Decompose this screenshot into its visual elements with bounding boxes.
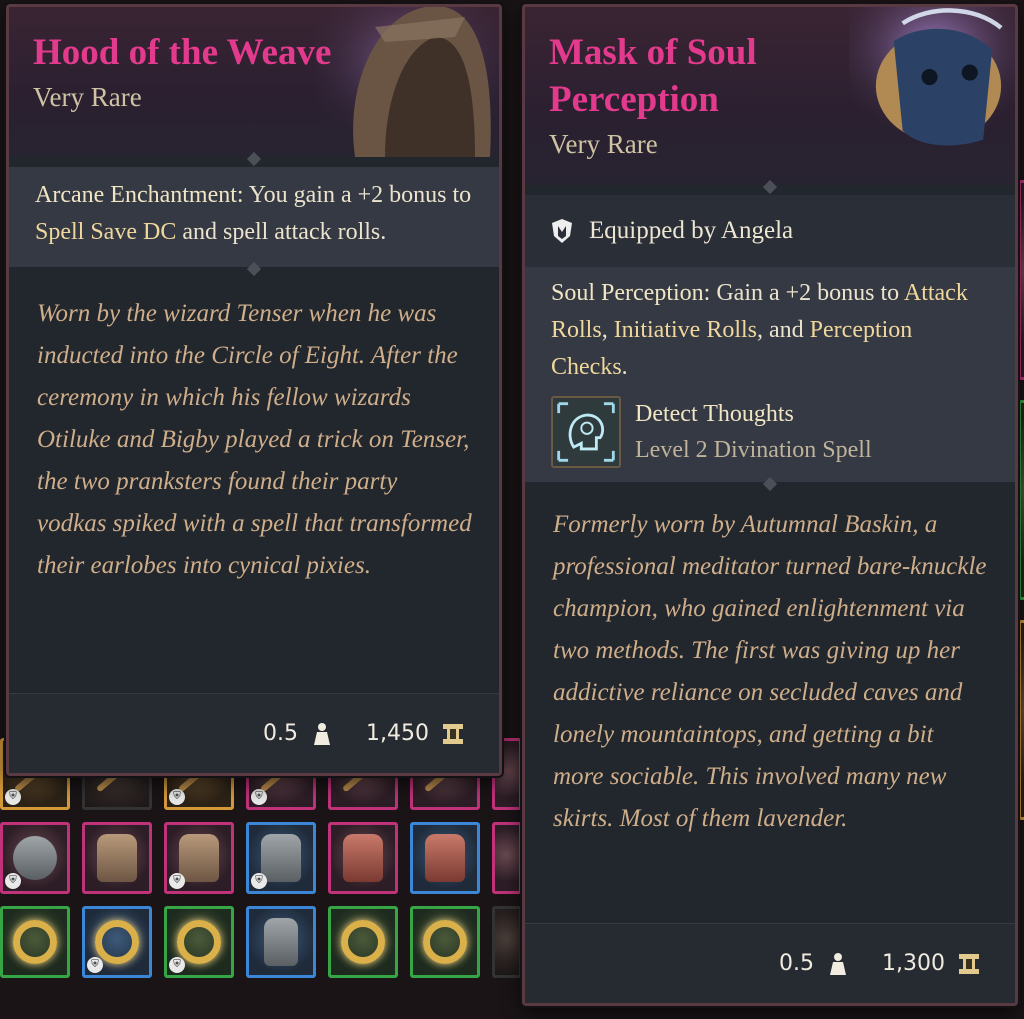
- divider: [9, 157, 499, 167]
- inventory-slot[interactable]: ⛨: [164, 906, 234, 978]
- equipped-badge-icon: ⛨: [5, 873, 21, 889]
- equipped-badge-icon: ⛨: [87, 957, 103, 973]
- equipped-by-row: Equipped by Angela: [525, 195, 1015, 267]
- equipped-badge-icon: ⛨: [169, 957, 185, 973]
- flavor-text: Worn by the wizard Tenser when he was in…: [9, 277, 499, 601]
- equipped-by-text: Equipped by Angela: [589, 217, 794, 244]
- equipped-shield-icon: [552, 219, 572, 243]
- inventory-slot[interactable]: [1018, 400, 1024, 600]
- item-name: Hood of the Weave: [33, 32, 332, 73]
- inventory-slot[interactable]: [410, 822, 480, 894]
- gold-value: 1,450: [366, 721, 429, 746]
- inventory-slot[interactable]: [0, 906, 70, 978]
- ability-text: , and: [757, 317, 810, 343]
- tooltip-footer: 0.5 1,450: [9, 693, 499, 773]
- gold-value: 1,300: [882, 951, 945, 976]
- divider: [9, 267, 499, 277]
- ability-section: Soul Perception: Gain a +2 bonus to Atta…: [525, 267, 1015, 482]
- weight-value: 0.5: [263, 721, 299, 746]
- enchantment-keyword[interactable]: Spell Save DC: [35, 219, 176, 245]
- spell-level: Level 2 Divination Spell: [635, 437, 872, 463]
- inventory-slot[interactable]: [492, 906, 522, 978]
- ability-label: Soul Perception:: [551, 280, 711, 306]
- item-tooltip-mask-of-soul-perception: Mask of Soul Perception Very Rare Equipp…: [522, 4, 1018, 1006]
- inventory-slot[interactable]: [492, 822, 522, 894]
- equipped-badge-icon: ⛨: [251, 789, 267, 805]
- divider: [525, 482, 1015, 492]
- inventory-slot[interactable]: [328, 906, 398, 978]
- inventory-slot[interactable]: ⛨: [0, 822, 70, 894]
- equipped-badge-icon: ⛨: [5, 789, 21, 805]
- detect-thoughts-spell-icon: [551, 396, 621, 468]
- equipped-badge-icon: ⛨: [251, 873, 267, 889]
- inventory-slot[interactable]: ⛨: [164, 822, 234, 894]
- inventory-slot[interactable]: [246, 906, 316, 978]
- weight-icon: [830, 952, 847, 975]
- tooltip-footer: 0.5 1,300: [525, 923, 1015, 1003]
- divider: [525, 185, 1015, 195]
- item-rarity: Very Rare: [33, 82, 142, 112]
- item-name: Mask of Soul Perception: [549, 32, 757, 120]
- enchantment-section: Arcane Enchantment: You gain a +2 bonus …: [9, 167, 499, 267]
- inventory-slot[interactable]: [1018, 180, 1024, 380]
- inventory-slot[interactable]: [410, 906, 480, 978]
- equipped-badge-icon: ⛨: [169, 789, 185, 805]
- ability-description: Soul Perception: Gain a +2 bonus to Atta…: [551, 275, 989, 386]
- inventory-slot[interactable]: ⛨: [246, 822, 316, 894]
- inventory-slot[interactable]: [1018, 620, 1024, 820]
- inventory-slot[interactable]: ⛨: [82, 906, 152, 978]
- gold-coin-icon: [443, 723, 463, 744]
- item-rarity: Very Rare: [549, 129, 658, 159]
- ability-keyword[interactable]: Initiative Rolls: [614, 317, 757, 343]
- weight-icon: [314, 722, 331, 745]
- tooltip-header: Mask of Soul Perception Very Rare: [525, 7, 1015, 185]
- equipped-badge-icon: ⛨: [169, 873, 185, 889]
- ability-text: ,: [601, 317, 614, 343]
- granted-spell[interactable]: Detect Thoughts Level 2 Divination Spell: [551, 396, 989, 468]
- item-tooltip-hood-of-the-weave: Hood of the Weave Very Rare Arcane Encha…: [6, 4, 502, 776]
- spell-name: Detect Thoughts: [635, 401, 794, 427]
- enchantment-text: and spell attack rolls.: [176, 219, 387, 245]
- weight-value: 0.5: [779, 951, 815, 976]
- inventory-slot[interactable]: [328, 822, 398, 894]
- enchantment-text: You gain a +2 bonus to: [243, 182, 472, 208]
- tooltip-header: Hood of the Weave Very Rare: [9, 7, 499, 157]
- enchantment-label: Arcane Enchantment:: [35, 182, 244, 208]
- inventory-slot[interactable]: [82, 822, 152, 894]
- gold-coin-icon: [959, 953, 979, 974]
- ability-text: .: [621, 354, 628, 380]
- flavor-text: Formerly worn by Autumnal Baskin, a prof…: [525, 492, 1015, 854]
- ability-text: Gain a +2 bonus to: [710, 280, 904, 306]
